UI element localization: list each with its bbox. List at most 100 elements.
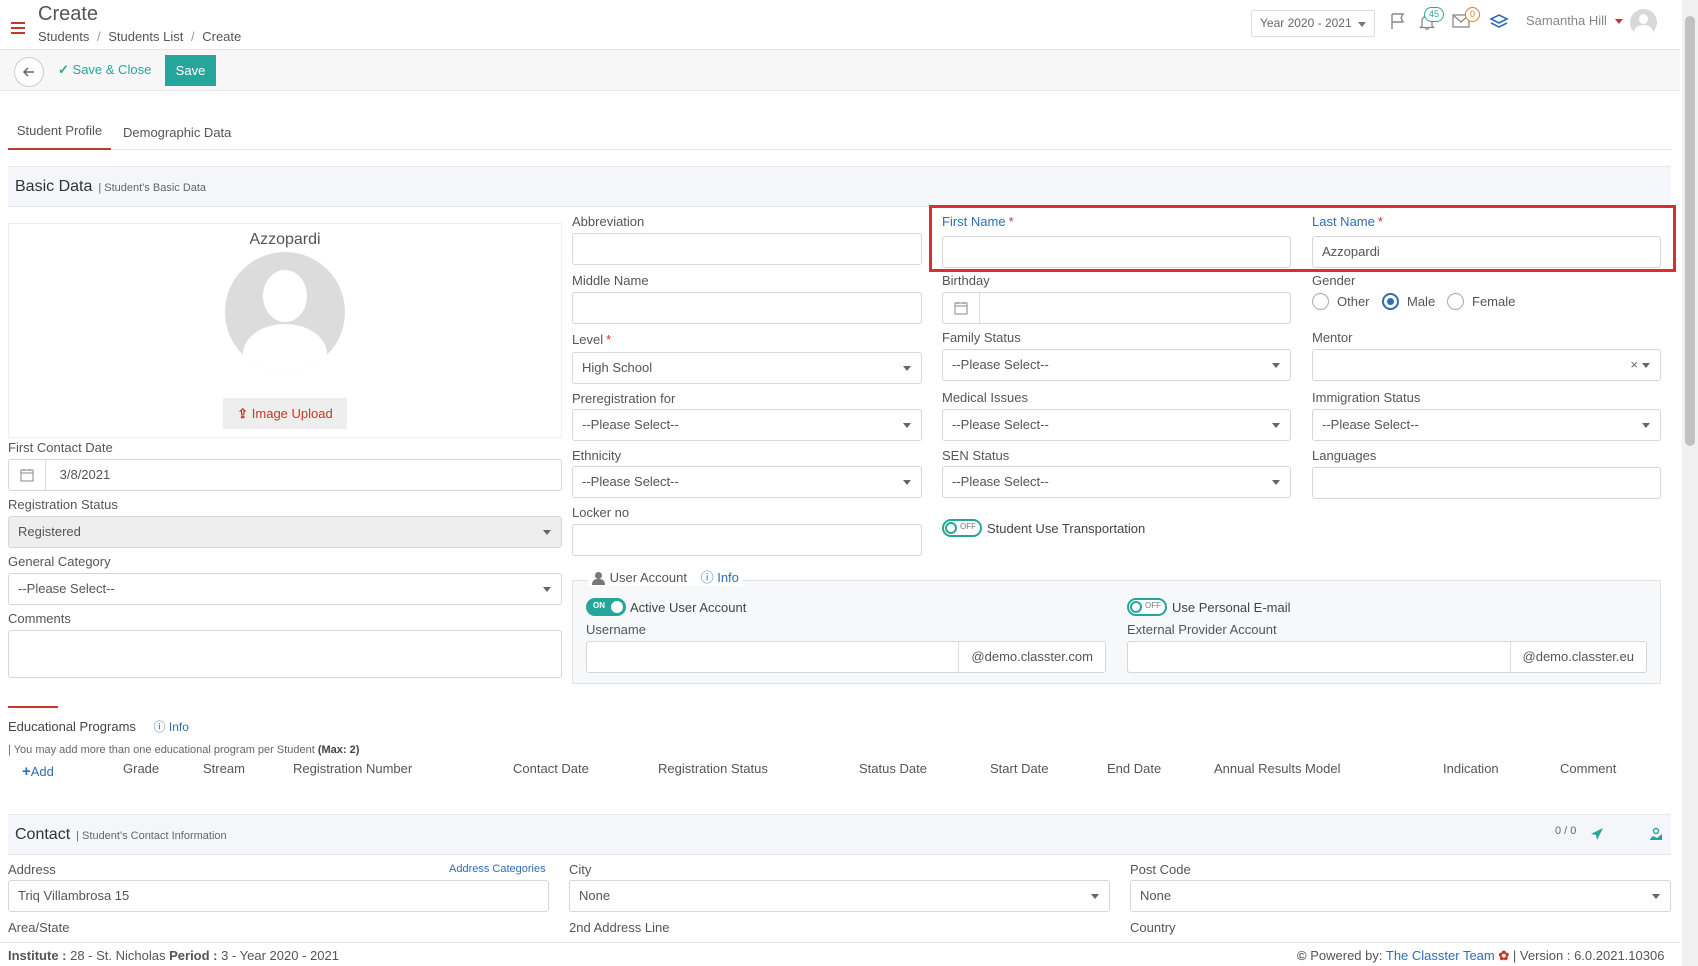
- col-grade: Grade: [123, 761, 160, 776]
- abbreviation-input[interactable]: [572, 233, 922, 265]
- classter-logo-icon: ✿: [1498, 948, 1510, 963]
- layers-icon[interactable]: [1489, 12, 1509, 30]
- col-comment: Comment: [1560, 761, 1617, 776]
- preregistration-select[interactable]: --Please Select--: [572, 409, 922, 441]
- messages-badge: 0: [1465, 7, 1481, 22]
- map-icon[interactable]: [1648, 826, 1664, 845]
- active-user-account-toggle[interactable]: ON: [586, 598, 626, 616]
- family-status-select[interactable]: --Please Select--: [942, 349, 1291, 381]
- col-contact-date: Contact Date: [513, 761, 589, 776]
- preregistration-label: Preregistration for: [572, 391, 676, 406]
- col-start-date: Start Date: [990, 761, 1049, 776]
- general-category-label: General Category: [8, 554, 111, 569]
- user-account-title: User Account ⓘ Info: [588, 567, 743, 586]
- save-button[interactable]: Save: [165, 55, 216, 86]
- col-stream: Stream: [203, 761, 245, 776]
- calendar-icon[interactable]: [9, 460, 46, 490]
- personal-email-toggle[interactable]: OFF: [1127, 598, 1167, 616]
- add-program-button[interactable]: +Add: [22, 763, 54, 780]
- plus-icon: +: [22, 763, 31, 780]
- address-categories-link[interactable]: Address Categories: [449, 863, 546, 875]
- avatar[interactable]: [1630, 9, 1657, 36]
- tab-student-profile[interactable]: Student Profile: [8, 123, 111, 150]
- personal-email-label: Use Personal E-mail: [1172, 600, 1291, 615]
- flag-icon[interactable]: [1389, 12, 1407, 30]
- address-input[interactable]: Triq Villambrosa 15: [8, 880, 549, 912]
- gender-other-label: Other: [1337, 294, 1370, 309]
- middle-name-input[interactable]: [572, 292, 922, 324]
- caret-down-icon: [1614, 19, 1623, 25]
- user-name[interactable]: Samantha Hill: [1526, 13, 1623, 28]
- post-code-select[interactable]: None: [1130, 880, 1671, 912]
- upload-icon: ⇪: [237, 406, 249, 421]
- info-icon: ⓘ: [700, 570, 714, 585]
- send-icon[interactable]: [1589, 826, 1605, 845]
- tab-demographic-data[interactable]: Demographic Data: [123, 125, 231, 140]
- locker-input[interactable]: [572, 524, 922, 556]
- breadcrumb-create: Create: [202, 29, 242, 44]
- page-title: Create: [38, 3, 99, 25]
- area-state-label: Area/State: [8, 920, 70, 935]
- address-line-2-label: 2nd Address Line: [569, 920, 670, 935]
- hamburger-menu-icon[interactable]: [11, 22, 25, 35]
- birthday-label: Birthday: [942, 273, 990, 288]
- external-account-suffix: @demo.classter.eu: [1509, 642, 1646, 672]
- ethnicity-select[interactable]: --Please Select--: [572, 466, 922, 498]
- mentor-label: Mentor: [1312, 330, 1353, 345]
- immigration-status-select[interactable]: --Please Select--: [1312, 409, 1661, 441]
- vertical-scrollbar[interactable]: [1682, 0, 1698, 966]
- save-close-button[interactable]: ✓ Save & Close: [58, 62, 151, 78]
- sen-status-select[interactable]: --Please Select--: [942, 466, 1291, 498]
- calendar-icon[interactable]: [943, 293, 980, 323]
- student-display-name: Azzopardi: [249, 231, 321, 248]
- general-category-select[interactable]: --Please Select--: [8, 573, 562, 605]
- programs-info-link[interactable]: ⓘ Info: [154, 720, 189, 734]
- username-label: Username: [586, 622, 646, 637]
- classter-team-link[interactable]: The Classter Team: [1386, 948, 1495, 963]
- notifications-badge: 45: [1424, 7, 1445, 22]
- first-contact-date-input[interactable]: 3/8/2021: [8, 459, 562, 491]
- gender-other-radio[interactable]: [1312, 293, 1329, 310]
- col-registration-number: Registration Number: [293, 761, 413, 776]
- mentor-select[interactable]: ×: [1312, 349, 1661, 381]
- section-title: Contact: [15, 826, 71, 843]
- year-select[interactable]: Year 2020 - 2021: [1251, 10, 1375, 37]
- copyright-icon: ©: [1297, 948, 1307, 963]
- back-button[interactable]: [14, 57, 44, 87]
- scrollbar-thumb[interactable]: [1685, 16, 1695, 446]
- breadcrumb-students-list[interactable]: Students List: [108, 29, 183, 44]
- username-input[interactable]: @demo.classter.com: [586, 641, 1106, 673]
- toolbar: [0, 50, 1680, 91]
- student-photo: [225, 252, 345, 372]
- clear-icon[interactable]: ×: [1630, 350, 1638, 380]
- languages-input[interactable]: [1312, 467, 1661, 499]
- basic-data-section-header: Basic Data | Student's Basic Data: [8, 166, 1671, 207]
- city-select[interactable]: None: [569, 880, 1110, 912]
- section-title: Basic Data: [15, 178, 93, 195]
- registration-status-select[interactable]: Registered: [8, 516, 562, 548]
- transport-toggle[interactable]: OFF: [942, 519, 982, 537]
- image-upload-button[interactable]: ⇪ Image Upload: [223, 398, 347, 429]
- external-account-label: External Provider Account: [1127, 622, 1277, 637]
- col-status-date: Status Date: [859, 761, 927, 776]
- medical-issues-select[interactable]: --Please Select--: [942, 409, 1291, 441]
- arrow-left-icon: [22, 67, 34, 77]
- gender-female-radio[interactable]: [1447, 293, 1464, 310]
- info-link[interactable]: ⓘ Info: [701, 570, 739, 585]
- breadcrumb-students[interactable]: Students: [38, 29, 89, 44]
- comments-textarea[interactable]: [8, 630, 562, 678]
- section-subtitle: | Student's Contact Information: [76, 830, 227, 842]
- registration-status-label: Registration Status: [8, 497, 118, 512]
- birthday-input[interactable]: [942, 292, 1291, 324]
- name-highlight-box: [929, 205, 1676, 272]
- comments-label: Comments: [8, 611, 71, 626]
- medical-issues-label: Medical Issues: [942, 390, 1028, 405]
- sen-status-label: SEN Status: [942, 448, 1010, 463]
- level-select[interactable]: High School: [572, 352, 922, 384]
- middle-name-label: Middle Name: [572, 273, 649, 288]
- section-subtitle: | Student's Basic Data: [98, 182, 207, 194]
- first-contact-date-label: First Contact Date: [8, 440, 113, 455]
- external-account-input[interactable]: @demo.classter.eu: [1127, 641, 1647, 673]
- col-annual-results-model: Annual Results Model: [1214, 761, 1341, 776]
- gender-male-radio[interactable]: [1382, 293, 1399, 310]
